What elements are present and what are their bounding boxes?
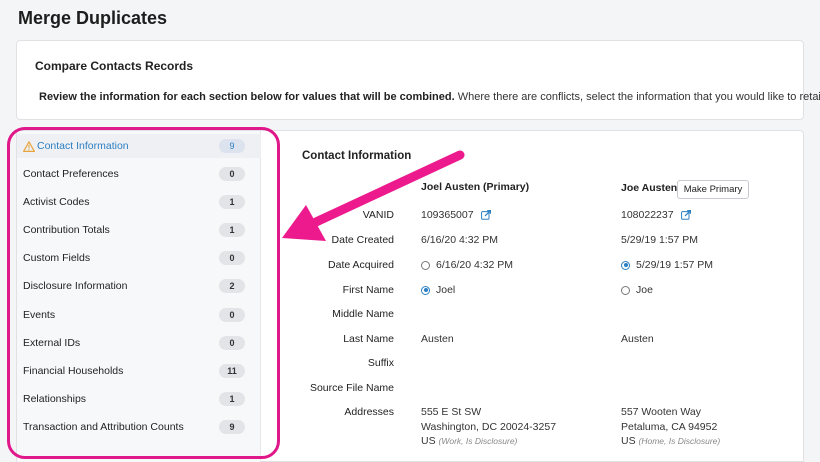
secondary-address: 557 Wooten Way Petaluma, CA 94952 US (Ho… <box>621 405 720 449</box>
field-label-last-name: Last Name <box>343 333 394 345</box>
secondary-contact-name: Joe Austen <box>621 182 678 194</box>
primary-last-name: Austen <box>421 333 454 345</box>
secondary-vanid: 108022237 <box>621 209 691 221</box>
sidebar-item-contact-information[interactable]: Contact Information 9 <box>17 134 261 158</box>
count-badge: 9 <box>219 139 245 153</box>
sidebar-item-label: Activist Codes <box>23 196 90 208</box>
sidebar-item-label: Disclosure Information <box>23 280 128 292</box>
secondary-address-country-line: US (Home, Is Disclosure) <box>621 434 720 449</box>
secondary-date-acquired: 5/29/19 1:57 PM <box>636 259 714 271</box>
primary-date-created: 6/16/20 4:32 PM <box>421 234 499 246</box>
secondary-date-created: 5/29/19 1:57 PM <box>621 234 699 246</box>
compare-title: Compare Contacts Records <box>35 59 194 73</box>
count-badge: 2 <box>219 279 245 293</box>
radio-button-selected[interactable] <box>621 260 630 270</box>
count-badge: 0 <box>219 308 245 322</box>
compare-description: Review the information for each section … <box>39 91 820 103</box>
field-label-first-name: First Name <box>342 284 394 296</box>
field-label-vanid: VANID <box>362 209 394 221</box>
primary-address-line2: Washington, DC 20024-3257 <box>421 420 557 433</box>
count-badge: 0 <box>219 167 245 181</box>
field-label-middle-name: Middle Name <box>332 308 394 320</box>
sidebar-item-label: Contribution Totals <box>23 224 110 236</box>
primary-address-note: (Work, Is Disclosure) <box>438 436 518 446</box>
secondary-first-name-option[interactable]: Joe <box>621 284 653 296</box>
sidebar-item-relationships[interactable]: Relationships 1 <box>17 387 261 411</box>
count-badge: 11 <box>219 364 245 378</box>
sidebar-item-label: Financial Households <box>23 365 124 377</box>
sidebar-item-events[interactable]: Events 0 <box>17 303 261 327</box>
make-primary-button[interactable]: Make Primary <box>677 180 749 199</box>
sidebar-item-custom-fields[interactable]: Custom Fields 0 <box>17 246 261 270</box>
count-badge: 9 <box>219 420 245 434</box>
compare-description-rest: Where there are conflicts, select the in… <box>454 91 820 103</box>
secondary-address-line2: Petaluma, CA 94952 <box>621 420 718 433</box>
sidebar-item-financial-households[interactable]: Financial Households 11 <box>17 359 261 383</box>
secondary-last-name: Austen <box>621 333 654 345</box>
primary-address: 555 E St SW Washington, DC 20024-3257 US… <box>421 405 556 449</box>
field-label-date-acquired: Date Acquired <box>328 259 394 271</box>
sidebar-item-label: Contact Preferences <box>23 168 119 180</box>
sidebar-item-label: Contact Information <box>37 140 129 152</box>
count-badge: 1 <box>219 195 245 209</box>
sidebar-item-disclosure-information[interactable]: Disclosure Information 2 <box>17 274 261 298</box>
sidebar-item-activist-codes[interactable]: Activist Codes 1 <box>17 190 261 214</box>
secondary-address-line1: 557 Wooten Way <box>621 406 701 418</box>
sidebar-item-label: Relationships <box>23 393 87 405</box>
compare-description-bold: Review the information for each section … <box>39 91 455 103</box>
secondary-vanid-value: 108022237 <box>621 209 674 221</box>
primary-date-acquired: 6/16/20 4:32 PM <box>436 259 514 271</box>
primary-address-country-line: US (Work, Is Disclosure) <box>421 434 556 449</box>
secondary-date-acquired-option[interactable]: 5/29/19 1:57 PM <box>621 259 713 271</box>
sidebar-item-label: Events <box>23 309 56 321</box>
primary-date-acquired-option[interactable]: 6/16/20 4:32 PM <box>421 259 513 271</box>
count-badge: 0 <box>219 251 245 265</box>
radio-button[interactable] <box>421 260 430 270</box>
radio-button-selected[interactable] <box>421 285 430 295</box>
primary-vanid-value: 109365007 <box>421 209 474 221</box>
radio-button[interactable] <box>621 285 630 295</box>
compare-records-card: Compare Contacts Records Review the info… <box>16 40 820 120</box>
primary-contact-name: Joel Austen (Primary) <box>421 181 530 193</box>
field-label-date-created: Date Created <box>331 234 394 246</box>
sidebar-item-label: Transaction and Attribution Counts <box>23 421 184 433</box>
secondary-address-country: US <box>621 435 636 447</box>
count-badge: 1 <box>219 392 245 406</box>
secondary-address-note: (Home, Is Disclosure) <box>638 436 721 446</box>
count-badge: 0 <box>219 336 245 350</box>
secondary-first-name: Joe <box>636 284 653 296</box>
sidebar-item-contribution-totals[interactable]: Contribution Totals 1 <box>17 218 261 242</box>
external-link-icon[interactable] <box>480 210 491 220</box>
page-title: Merge Duplicates <box>18 8 168 28</box>
sidebar-item-contact-preferences[interactable]: Contact Preferences 0 <box>17 162 261 186</box>
primary-address-line1: 555 E St SW <box>421 406 482 418</box>
field-label-addresses: Addresses <box>344 406 394 418</box>
section-sidebar: Contact Information 9 Contact Preference… <box>17 131 261 462</box>
primary-vanid: 109365007 <box>421 209 491 221</box>
external-link-icon[interactable] <box>680 210 691 220</box>
count-badge: 1 <box>219 223 245 237</box>
warning-triangle-icon <box>23 140 35 152</box>
sidebar-item-external-ids[interactable]: External IDs 0 <box>17 331 261 355</box>
primary-first-name-option[interactable]: Joel <box>421 284 455 296</box>
field-label-suffix: Suffix <box>367 357 394 369</box>
field-label-source-file-name: Source File Name <box>309 382 394 394</box>
sidebar-item-transaction-and-attribution-counts[interactable]: Transaction and Attribution Counts 9 <box>17 415 261 439</box>
sidebar-item-label: Custom Fields <box>23 252 91 264</box>
sidebar-item-label: External IDs <box>23 337 81 349</box>
primary-address-country: US <box>421 435 436 447</box>
primary-first-name: Joel <box>436 284 456 296</box>
section-title: Contact Information <box>302 150 412 162</box>
